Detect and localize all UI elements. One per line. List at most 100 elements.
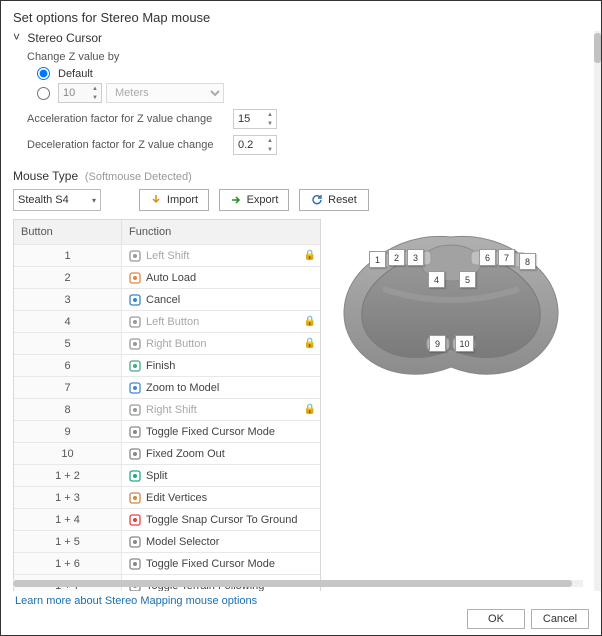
reset-arrow-icon [311, 194, 323, 206]
mouse-type-header: Mouse Type (Softmouse Detected) [13, 169, 593, 183]
table-row[interactable]: 5Right Button🔒 [14, 332, 320, 354]
function-icon [128, 469, 141, 482]
function-icon [128, 513, 141, 526]
table-row[interactable]: 7Zoom to Model [14, 376, 320, 398]
lock-icon: 🔒 [304, 316, 316, 327]
reset-button[interactable]: Reset [299, 189, 369, 211]
table-row[interactable]: 3Cancel [14, 288, 320, 310]
import-button[interactable]: Import [139, 189, 209, 211]
badge-7: 7 [498, 249, 515, 266]
button-cell: 8 [14, 398, 122, 420]
chevron-down-icon: ˅ [13, 31, 20, 44]
export-button[interactable]: Export [219, 189, 289, 211]
function-icon [128, 249, 141, 262]
function-icon [128, 425, 141, 438]
ok-button[interactable]: OK [467, 609, 525, 629]
button-cell: 5 [14, 332, 122, 354]
col-function-header[interactable]: Function [122, 220, 320, 244]
table-row[interactable]: 2 Auto Load [14, 266, 320, 288]
radio-custom[interactable] [37, 87, 50, 100]
lock-icon: 🔒 [304, 250, 316, 261]
function-cell[interactable]: Toggle Fixed Cursor Mode [122, 420, 320, 442]
badge-2: 2 [388, 249, 405, 266]
function-cell[interactable]: Right Shift🔒 [122, 398, 320, 420]
table-row[interactable]: 9Toggle Fixed Cursor Mode [14, 420, 320, 442]
table-row[interactable]: 1 + 3Edit Vertices [14, 486, 320, 508]
function-label: Finish [146, 360, 175, 372]
function-icon [128, 557, 141, 570]
function-label: Cancel [146, 294, 180, 306]
button-cell: 10 [14, 442, 122, 464]
learn-more-link[interactable]: Learn more about Stereo Mapping mouse op… [15, 595, 257, 607]
function-icon [128, 337, 141, 350]
function-label: Toggle Fixed Cursor Mode [146, 558, 275, 570]
function-label: Fixed Zoom Out [146, 448, 225, 460]
button-cell: 1 + 2 [14, 464, 122, 486]
function-icon [128, 359, 141, 372]
accel-spinner[interactable]: ▲▼ [264, 110, 276, 128]
function-cell[interactable]: Left Button 🔒 [122, 310, 320, 332]
scrollbar-vertical-thumb[interactable] [594, 33, 601, 63]
badge-6: 6 [479, 249, 496, 266]
button-cell: 1 + 4 [14, 508, 122, 530]
table-row[interactable]: 1Left Shift🔒 [14, 244, 320, 266]
function-cell[interactable]: Toggle Snap Cursor To Ground [122, 508, 320, 530]
col-button-header[interactable]: Button [14, 220, 122, 244]
button-cell: 1 + 5 [14, 530, 122, 552]
function-icon [128, 271, 141, 284]
lock-icon: 🔒 [304, 338, 316, 349]
table-row[interactable]: 1 + 2 Split [14, 464, 320, 486]
right-arrow-icon [230, 194, 242, 206]
function-label: Auto Load [146, 272, 196, 284]
scrollbar-horizontal-thumb[interactable] [13, 580, 572, 587]
accel-label: Acceleration factor for Z value change [27, 113, 227, 125]
function-cell[interactable]: Fixed Zoom Out [122, 442, 320, 464]
function-label: Split [146, 470, 167, 482]
table-row[interactable]: 1 + 6Toggle Fixed Cursor Mode [14, 552, 320, 574]
function-label: Left Button [146, 316, 199, 328]
button-cell: 2 [14, 266, 122, 288]
scrollbar-vertical[interactable] [594, 31, 601, 591]
button-cell: 1 [14, 244, 122, 266]
badge-1: 1 [369, 251, 386, 268]
badge-9: 9 [429, 335, 446, 352]
function-cell[interactable]: Right Button🔒 [122, 332, 320, 354]
stereo-cursor-header[interactable]: ˅ Stereo Cursor [13, 31, 593, 45]
function-cell[interactable]: Model Selector [122, 530, 320, 552]
table-row[interactable]: 1 + 4Toggle Snap Cursor To Ground [14, 508, 320, 530]
button-cell: 4 [14, 310, 122, 332]
z-unit-select: Meters [106, 83, 224, 103]
chevron-down-icon: ▾ [92, 196, 96, 205]
decel-label: Deceleration factor for Z value change [27, 139, 227, 151]
button-cell: 7 [14, 376, 122, 398]
mouse-diagram: 1 2 3 4 5 6 7 8 9 10 [331, 219, 571, 399]
function-cell[interactable]: Cancel [122, 288, 320, 310]
mouse-type-select[interactable]: Stealth S4 ▾ [13, 189, 101, 211]
function-cell[interactable]: Zoom to Model [122, 376, 320, 398]
function-cell[interactable]: Left Shift🔒 [122, 244, 320, 266]
badge-10: 10 [455, 335, 474, 352]
scrollbar-horizontal[interactable] [13, 580, 583, 587]
function-icon [128, 491, 141, 504]
function-cell[interactable]: Toggle Fixed Cursor Mode [122, 552, 320, 574]
table-row[interactable]: 6Finish [14, 354, 320, 376]
page-title: Set options for Stereo Map mouse [13, 10, 589, 25]
table-row[interactable]: 4 Left Button 🔒 [14, 310, 320, 332]
cancel-button[interactable]: Cancel [531, 609, 589, 629]
function-icon [128, 403, 141, 416]
function-cell[interactable]: Edit Vertices [122, 486, 320, 508]
decel-spinner[interactable]: ▲▼ [264, 136, 276, 154]
radio-default[interactable] [37, 67, 50, 80]
table-row[interactable]: 8Right Shift🔒 [14, 398, 320, 420]
function-cell[interactable]: Auto Load [122, 266, 320, 288]
table-row[interactable]: 10 Fixed Zoom Out [14, 442, 320, 464]
download-arrow-icon [150, 194, 162, 206]
button-cell: 1 + 3 [14, 486, 122, 508]
function-label: Toggle Fixed Cursor Mode [146, 426, 275, 438]
badge-3: 3 [407, 249, 424, 266]
function-cell[interactable]: Split [122, 464, 320, 486]
table-row[interactable]: 1 + 5Model Selector [14, 530, 320, 552]
function-cell[interactable]: Finish [122, 354, 320, 376]
function-icon [128, 381, 141, 394]
stereo-cursor-header-text: Stereo Cursor [27, 31, 102, 45]
